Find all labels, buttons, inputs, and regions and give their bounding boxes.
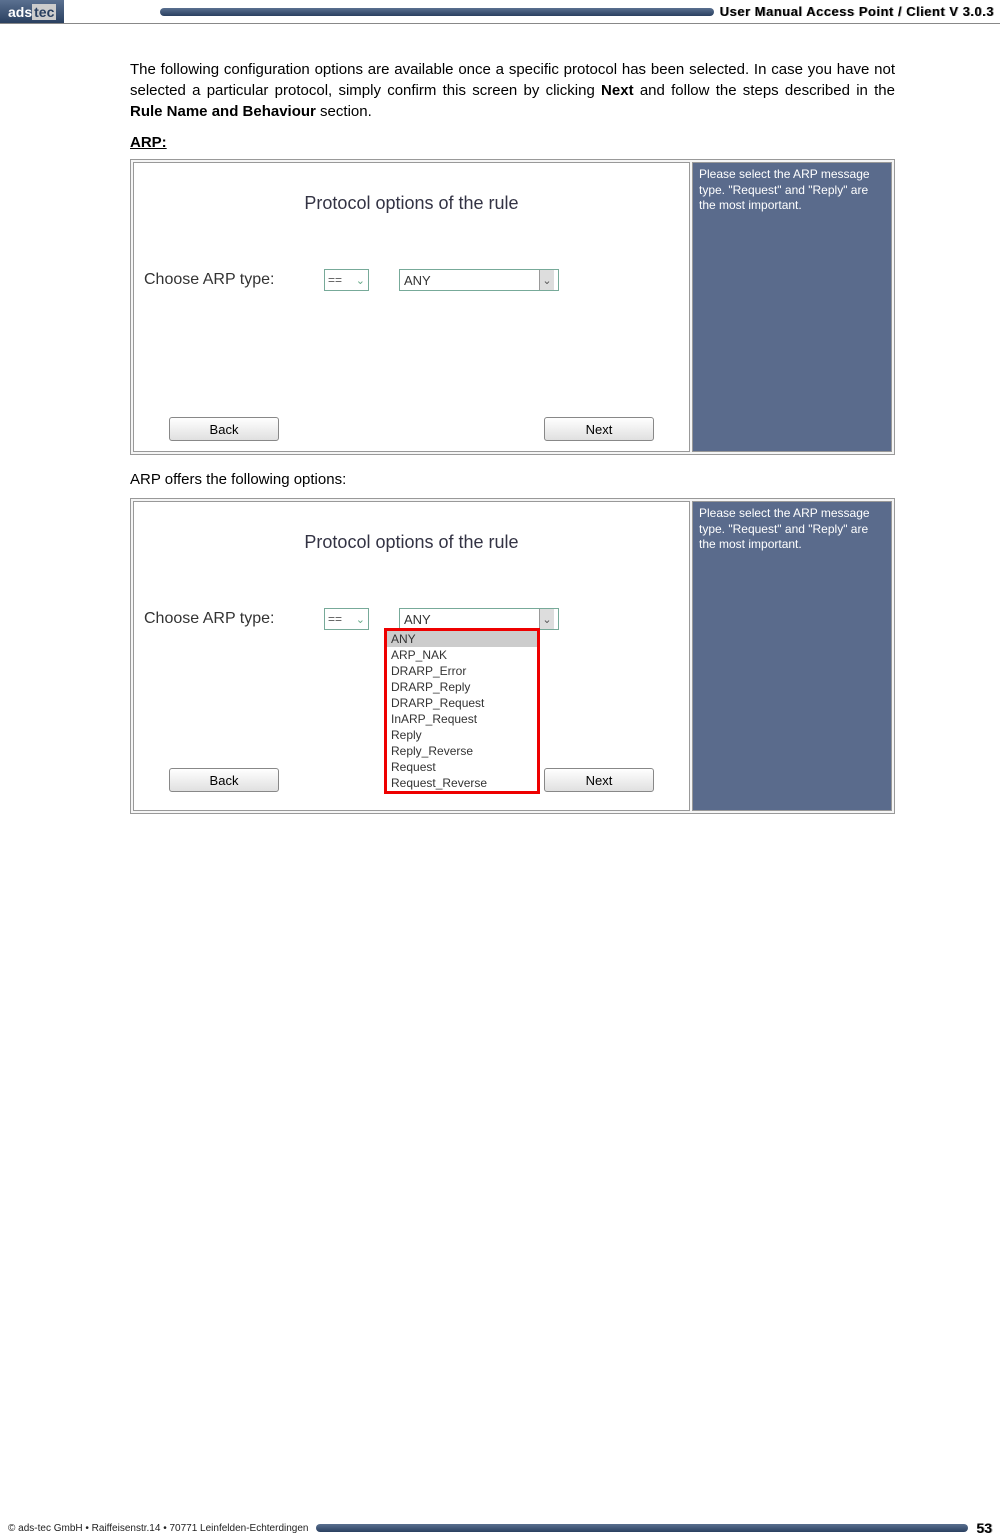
option-inarp-request[interactable]: InARP_Request [387, 711, 537, 727]
help-panel: Please select the ARP message type. "Req… [692, 162, 892, 452]
header-title: User Manual Access Point / Client V 3.0.… [720, 4, 1000, 19]
arp-heading: ARP: [130, 134, 895, 151]
panel-title: Protocol options of the rule [134, 532, 689, 553]
option-request[interactable]: Request [387, 759, 537, 775]
arp-type-label: Choose ARP type: [144, 610, 324, 628]
back-button[interactable]: Back [169, 417, 279, 441]
option-reply-reverse[interactable]: Reply_Reverse [387, 743, 537, 759]
operator-select[interactable]: == [324, 269, 369, 291]
back-button[interactable]: Back [169, 768, 279, 792]
option-drarp-error[interactable]: DRARP_Error [387, 663, 537, 679]
help-panel: Please select the ARP message type. "Req… [692, 501, 892, 811]
operator-select[interactable]: == [324, 608, 369, 630]
option-any[interactable]: ANY [387, 631, 537, 647]
footer-divider [316, 1524, 968, 1532]
next-button[interactable]: Next [544, 417, 654, 441]
arp-type-label: Choose ARP type: [144, 271, 324, 289]
arp-screenshot-2: Protocol options of the rule Choose ARP … [130, 498, 895, 814]
panel-title: Protocol options of the rule [134, 193, 689, 214]
option-drarp-reply[interactable]: DRARP_Reply [387, 679, 537, 695]
arp-screenshot-1: Protocol options of the rule Choose ARP … [130, 159, 895, 455]
option-request-reverse[interactable]: Request_Reverse [387, 775, 537, 791]
option-arp-nak[interactable]: ARP_NAK [387, 647, 537, 663]
logo: adstec [0, 0, 64, 23]
next-button[interactable]: Next [544, 768, 654, 792]
arp-type-select[interactable]: ANY [399, 269, 559, 291]
option-drarp-request[interactable]: DRARP_Request [387, 695, 537, 711]
header-divider [160, 8, 713, 16]
intro-paragraph: The following configuration options are … [130, 59, 895, 122]
option-reply[interactable]: Reply [387, 727, 537, 743]
arp-options-caption: ARP offers the following options: [130, 471, 895, 488]
copyright: © ads-tec GmbH • Raiffeisenstr.14 • 7077… [8, 1523, 308, 1534]
logo-left: ads [8, 4, 32, 20]
page-header: adstec User Manual Access Point / Client… [0, 0, 1000, 24]
arp-type-dropdown[interactable]: ANY ARP_NAK DRARP_Error DRARP_Reply DRAR… [384, 628, 540, 794]
logo-right: tec [32, 4, 56, 20]
page-footer: © ads-tec GmbH • Raiffeisenstr.14 • 7077… [0, 1520, 1000, 1536]
arp-type-select[interactable]: ANY [399, 608, 559, 630]
page-number: 53 [976, 1520, 992, 1536]
